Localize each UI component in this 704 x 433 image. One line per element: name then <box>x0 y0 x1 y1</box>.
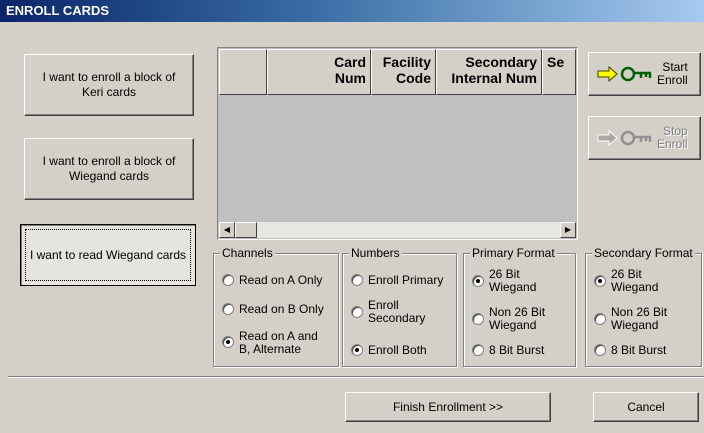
radio-circle <box>351 274 363 286</box>
grid-header: Card Num Facility Code Secondary Interna… <box>219 49 576 95</box>
cancel-label: Cancel <box>627 400 665 414</box>
radio-label: Enroll Both <box>368 343 427 357</box>
radio-circle <box>351 306 363 318</box>
cancel-button[interactable]: Cancel <box>593 392 699 422</box>
channels-group-title: Channels <box>220 246 275 260</box>
radio-circle-checked <box>351 344 363 356</box>
primary-format-group-title: Primary Format <box>470 246 557 260</box>
radio-label: Enroll Secondary <box>368 298 426 325</box>
stop-enroll-label: Stop Enroll <box>657 124 688 151</box>
primary-26-bit-wiegand-radio[interactable]: 26 Bit Wiegand <box>472 268 536 294</box>
enroll-wiegand-block-label: I want to enroll a block of Wiegand card… <box>42 154 176 183</box>
secondary-format-group-title: Secondary Format <box>592 246 695 260</box>
finish-enrollment-button[interactable]: Finish Enrollment >> <box>345 392 551 422</box>
enroll-keri-block-button[interactable]: I want to enroll a block of Keri cards <box>24 54 194 116</box>
horizontal-scrollbar[interactable]: ◀ ▶ <box>219 222 576 238</box>
scroll-thumb[interactable] <box>235 222 257 238</box>
channel-read-a-and-b-radio[interactable]: Read on A and B, Alternate <box>222 330 318 356</box>
channels-group: Channels Read on A Only Read on B Only R… <box>213 246 339 367</box>
key-arrow-disabled-icon <box>597 130 653 146</box>
enroll-cards-window: ENROLL CARDS I want to enroll a block of… <box>0 0 704 433</box>
primary-8-bit-burst-radio[interactable]: 8 Bit Burst <box>472 344 544 357</box>
radio-circle <box>222 303 234 315</box>
scroll-left-arrow-icon[interactable]: ◀ <box>219 222 235 238</box>
radio-label: Read on B Only <box>239 302 324 316</box>
secondary-26-bit-wiegand-radio[interactable]: 26 Bit Wiegand <box>594 268 658 294</box>
radio-label: Read on A and B, Alternate <box>239 329 318 356</box>
channel-read-a-only-radio[interactable]: Read on A Only <box>222 274 322 287</box>
enrolled-cards-grid[interactable]: Card Num Facility Code Secondary Interna… <box>217 47 578 240</box>
radio-label: Non 26 Bit Wiegand <box>489 305 546 332</box>
enroll-wiegand-block-button[interactable]: I want to enroll a block of Wiegand card… <box>24 138 194 200</box>
start-enroll-label: Start Enroll <box>657 60 688 87</box>
radio-label: 8 Bit Burst <box>611 343 667 357</box>
read-wiegand-label: I want to read Wiegand cards <box>29 247 187 262</box>
radio-circle-checked <box>472 275 484 287</box>
start-enroll-button[interactable]: Start Enroll <box>588 52 701 96</box>
channel-read-b-only-radio[interactable]: Read on B Only <box>222 303 324 316</box>
enroll-keri-block-label: I want to enroll a block of Keri cards <box>42 70 176 99</box>
radio-circle-checked <box>594 275 606 287</box>
grid-body[interactable] <box>219 95 576 223</box>
radio-label: Non 26 Bit Wiegand <box>611 305 668 332</box>
column-header-secondary-internal-num[interactable]: Secondary Internal Num <box>436 49 542 95</box>
window-title: ENROLL CARDS <box>0 0 704 22</box>
column-header-facility-code[interactable]: Facility Code <box>371 49 436 95</box>
radio-label: 8 Bit Burst <box>489 343 545 357</box>
finish-enrollment-label: Finish Enrollment >> <box>392 400 504 414</box>
enroll-secondary-radio[interactable]: Enroll Secondary <box>351 299 425 325</box>
radio-label: 26 Bit Wiegand <box>611 267 659 294</box>
column-header-card-num[interactable]: Card Num <box>267 49 371 95</box>
radio-label: 26 Bit Wiegand <box>489 267 537 294</box>
radio-circle <box>594 344 606 356</box>
read-wiegand-button[interactable]: I want to read Wiegand cards <box>20 224 196 286</box>
radio-circle <box>472 344 484 356</box>
primary-non-26-bit-wiegand-radio[interactable]: Non 26 Bit Wiegand <box>472 306 545 332</box>
divider <box>8 376 704 378</box>
stop-enroll-button[interactable]: Stop Enroll <box>588 116 701 160</box>
enroll-primary-radio[interactable]: Enroll Primary <box>351 274 443 287</box>
numbers-group-title: Numbers <box>349 246 402 260</box>
radio-circle-checked <box>222 336 234 348</box>
secondary-8-bit-burst-radio[interactable]: 8 Bit Burst <box>594 344 666 357</box>
radio-label: Read on A Only <box>239 273 323 287</box>
radio-circle <box>222 274 234 286</box>
radio-circle <box>594 313 606 325</box>
column-header-se[interactable]: Se <box>542 49 576 95</box>
secondary-format-group: Secondary Format 26 Bit Wiegand Non 26 B… <box>585 246 702 367</box>
radio-circle <box>472 313 484 325</box>
secondary-non-26-bit-wiegand-radio[interactable]: Non 26 Bit Wiegand <box>594 306 667 332</box>
radio-label: Enroll Primary <box>368 273 444 287</box>
numbers-group: Numbers Enroll Primary Enroll Secondary … <box>342 246 457 367</box>
key-arrow-icon <box>597 66 653 82</box>
grid-row-header-corner <box>219 49 267 95</box>
primary-format-group: Primary Format 26 Bit Wiegand Non 26 Bit… <box>463 246 576 367</box>
scroll-right-arrow-icon[interactable]: ▶ <box>560 222 576 238</box>
enroll-both-radio[interactable]: Enroll Both <box>351 344 427 357</box>
